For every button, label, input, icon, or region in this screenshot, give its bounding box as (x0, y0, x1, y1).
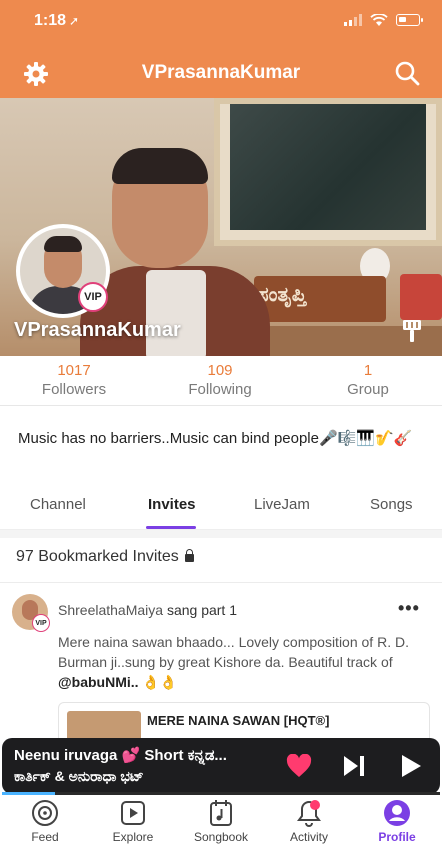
feed-icon (32, 800, 58, 826)
app-header: 1:18 ➚ VPrasannaKumar (0, 0, 442, 98)
nav-explore[interactable]: Explore (88, 798, 178, 844)
player-progress-fill (2, 792, 55, 795)
bookmarked-label: 97 Bookmarked Invites (16, 548, 179, 565)
edit-cover-brush-icon[interactable] (400, 318, 424, 344)
red-decor (400, 274, 442, 320)
profile-tabs: Channel Invites LiveJam Songs (0, 486, 442, 530)
top-bar: VPrasannaKumar (0, 56, 442, 92)
section-divider (0, 530, 442, 538)
tab-invites[interactable]: Invites (148, 496, 196, 513)
page-title: VPrasannaKumar (141, 62, 301, 83)
post-vip-badge: VIP (32, 614, 50, 632)
group-label: Group (347, 381, 389, 398)
bottom-nav: Feed Explore Songbook Activity Profile (0, 796, 442, 856)
status-icons (344, 14, 423, 26)
nav-activity-label: Activity (289, 830, 328, 844)
profile-bio: Music has no barriers..Music can bind pe… (18, 430, 413, 447)
post-action: sang part 1 (163, 602, 237, 618)
song-title: MERE NAINA SAWAN [HQT®] (147, 713, 330, 728)
post-text-suffix: 👌👌 (138, 674, 178, 690)
followers-label: Followers (41, 381, 107, 398)
heart-icon[interactable] (286, 754, 312, 778)
post-header: ShreelathaMaiya sang part 1 (58, 602, 237, 618)
divider (0, 582, 442, 583)
post-text-prefix: Mere naina sawan bhaado... Lovely compos… (58, 634, 409, 670)
post-author-name[interactable]: ShreelathaMaiya (58, 602, 163, 618)
bookmarked-header: 97 Bookmarked Invites (16, 548, 194, 566)
tab-songs[interactable]: Songs (370, 496, 413, 513)
following-count: 109 (207, 362, 233, 379)
player-song-title: Neenu iruvaga 💕 Short ಕನ್ನಡ... (14, 747, 227, 764)
nav-profile[interactable]: Profile (352, 798, 442, 844)
play-icon[interactable] (400, 754, 422, 778)
tab-livejam[interactable]: LiveJam (254, 496, 310, 513)
nav-profile-label: Profile (378, 830, 416, 844)
post-mention-link[interactable]: @babuNMi.. (58, 674, 139, 690)
followers-stat[interactable]: 1017 Followers (14, 362, 134, 398)
search-icon[interactable] (394, 60, 420, 86)
status-time-text: 1:18 (34, 12, 67, 29)
battery-icon (396, 14, 423, 26)
group-stat[interactable]: 1 Group (308, 362, 428, 398)
cellular-signal-icon (344, 14, 362, 26)
player-progress-bar[interactable] (2, 792, 440, 795)
activity-icon (297, 800, 321, 827)
explore-icon (121, 801, 145, 825)
status-bar: 1:18 ➚ (0, 12, 442, 34)
post-text: Mere naina sawan bhaado... Lovely compos… (58, 632, 424, 692)
nav-songbook-label: Songbook (193, 830, 249, 844)
nav-feed[interactable]: Feed (0, 798, 90, 844)
status-time: 1:18 ➚ (34, 12, 79, 30)
wifi-icon (370, 14, 388, 26)
nav-songbook[interactable]: Songbook (176, 798, 266, 844)
following-stat[interactable]: 109 Following (160, 362, 280, 398)
followers-count: 1017 (57, 362, 91, 379)
profile-stats: 1017 Followers 109 Following 1 Group (0, 360, 442, 406)
player-artist: ಕಾರ್ತಿಕ್ & ಅನುರಾಧಾ ಭಟ್ (14, 768, 144, 784)
songbook-icon (210, 800, 232, 826)
location-arrow-icon: ➚ (69, 14, 80, 28)
nav-explore-label: Explore (112, 830, 154, 844)
profile-username: VPrasannaKumar (14, 319, 181, 341)
vip-badge: VIP (78, 282, 108, 312)
following-label: Following (188, 381, 252, 398)
group-count: 1 (363, 362, 373, 379)
tab-channel[interactable]: Channel (30, 496, 86, 513)
active-tab-indicator (146, 526, 196, 529)
lock-icon (184, 549, 194, 562)
mini-player[interactable]: Neenu iruvaga 💕 Short ಕನ್ನಡ... ಕಾರ್ತಿಕ್ … (2, 738, 440, 794)
more-options-icon[interactable]: ••• (398, 598, 420, 619)
profile-icon (384, 800, 410, 826)
nav-feed-label: Feed (31, 830, 59, 844)
nav-activity[interactable]: Activity (264, 798, 354, 844)
skip-next-icon[interactable] (342, 754, 366, 778)
